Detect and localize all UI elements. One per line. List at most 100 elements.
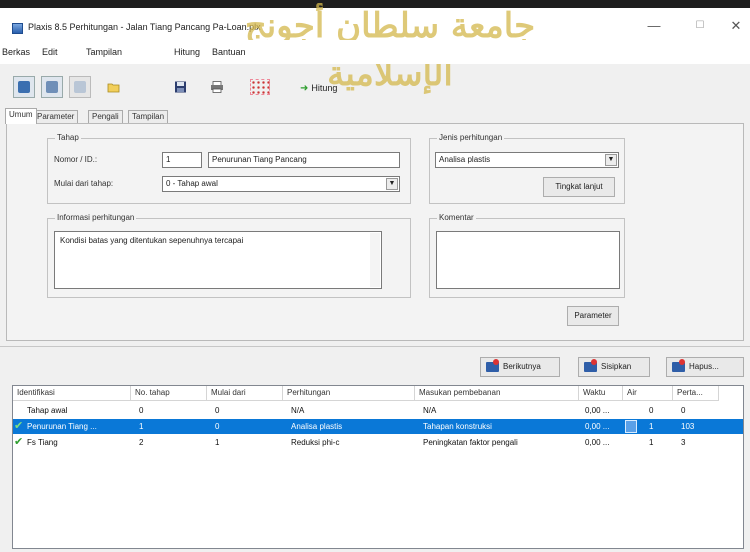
cell-pertama: 103 xyxy=(681,422,695,431)
splitter[interactable] xyxy=(0,346,750,347)
cell-air: 0 xyxy=(649,406,654,415)
cell-air: 1 xyxy=(649,438,654,447)
cell-perhitungan: Analisa plastis xyxy=(291,422,343,431)
column-header-waktu[interactable]: Waktu xyxy=(579,386,623,401)
nomor-label: Nomor / ID.: xyxy=(54,155,98,164)
jenis-perhitungan-group: Jenis perhitungan Analisa plastis ▼ Ting… xyxy=(429,133,625,204)
column-header-identifikasi[interactable]: Identifikasi xyxy=(13,386,131,401)
save-icon[interactable] xyxy=(174,81,188,93)
calculation-info-value: Kondisi batas yang ditentukan sepenuhnya… xyxy=(60,236,244,245)
table-row[interactable]: Tahap awal 0 0 N/A N/A 0,00 ... 0 0 xyxy=(13,403,743,418)
calculation-type-select[interactable]: Analisa plastis ▼ xyxy=(435,152,619,168)
input-program-icon[interactable] xyxy=(13,76,35,98)
delete-phase-icon xyxy=(672,359,685,372)
window-title: Plaxis 8.5 Perhitungan - Jalan Tiang Pan… xyxy=(28,22,261,32)
tab-umum[interactable]: Umum xyxy=(5,108,37,124)
calculation-info-text: Kondisi batas yang ditentukan sepenuhnya… xyxy=(54,231,382,289)
checkmark-icon: ✔ xyxy=(14,436,24,448)
checkmark-icon: ✔ xyxy=(14,420,24,432)
column-header-mulai-dari[interactable]: Mulai dari xyxy=(207,386,283,401)
play-arrow-icon: ➜ xyxy=(300,83,309,94)
table-row[interactable]: ✔ Fs Tiang 2 1 Reduksi phi-c Peningkatan… xyxy=(13,435,743,450)
tab-pengali[interactable]: Pengali xyxy=(88,110,123,124)
cell-air: 1 xyxy=(649,422,654,431)
calculations-program-icon[interactable] xyxy=(41,76,63,98)
delete-phase-button[interactable]: Hapus... xyxy=(666,357,744,377)
close-button[interactable]: ✕ xyxy=(726,18,746,34)
cell-mulai-dari: 1 xyxy=(215,438,220,447)
cell-mulai-dari: 0 xyxy=(215,422,220,431)
table-row-selected[interactable]: ✔ Penurunan Tiang ... 1 0 Analisa plasti… xyxy=(13,419,743,434)
output-program-icon[interactable] xyxy=(69,76,91,98)
start-phase-select[interactable]: 0 - Tahap awal ▼ xyxy=(162,176,400,192)
start-phase-value: 0 - Tahap awal xyxy=(166,179,218,188)
menu-edit[interactable]: Edit xyxy=(42,47,58,57)
phase-number-field[interactable]: 1 xyxy=(162,152,202,168)
insert-phase-label: Sisipkan xyxy=(601,362,632,371)
calculate-label: Hitung xyxy=(311,83,338,93)
cell-pertama: 0 xyxy=(681,406,686,415)
chevron-down-icon[interactable]: ▼ xyxy=(605,154,617,166)
next-phase-label: Berikutnya xyxy=(503,362,541,371)
insert-phase-button[interactable]: Sisipkan xyxy=(578,357,650,377)
plaxis-app-icon xyxy=(12,23,23,34)
cell-perhitungan: N/A xyxy=(291,406,305,415)
parameter-button[interactable]: Parameter xyxy=(567,306,619,326)
komentar-group: Komentar xyxy=(429,213,625,298)
next-phase-icon xyxy=(486,359,499,372)
insert-phase-icon xyxy=(584,359,597,372)
menu-tampilan[interactable]: Tampilan xyxy=(86,47,122,57)
next-phase-button[interactable]: Berikutnya xyxy=(480,357,560,377)
cell-masukan: N/A xyxy=(423,406,437,415)
menu-hitung[interactable]: Hitung xyxy=(174,47,200,57)
tahap-group: Tahap Nomor / ID.: 1 Penurunan Tiang Pan… xyxy=(47,133,411,204)
menu-bar: Berkas Edit Tampilan Hitung Bantuan xyxy=(0,40,750,64)
phases-table: Identifikasi No. tahap Mulai dari Perhit… xyxy=(12,385,744,549)
column-header-air[interactable]: Air xyxy=(623,386,673,401)
informasi-group: Informasi perhitungan Kondisi batas yang… xyxy=(47,213,411,298)
print-icon[interactable] xyxy=(210,81,224,93)
cell-no-tahap: 1 xyxy=(139,422,144,431)
informasi-group-title: Informasi perhitungan xyxy=(55,213,137,222)
column-header-pertama[interactable]: Perta... xyxy=(673,386,719,401)
cell-waktu: 0,00 ... xyxy=(585,406,610,415)
column-header-no-tahap[interactable]: No. tahap xyxy=(131,386,207,401)
cell-no-tahap: 0 xyxy=(139,406,144,415)
maximize-button[interactable]: ☐ xyxy=(690,18,710,34)
minimize-button[interactable]: — xyxy=(644,18,664,34)
open-folder-icon[interactable] xyxy=(107,81,121,93)
phase-id-field[interactable]: Penurunan Tiang Pancang xyxy=(208,152,400,168)
air-cell-highlight[interactable] xyxy=(625,420,637,433)
cell-masukan: Peningkatan faktor pengali xyxy=(423,438,518,447)
tab-tampilan[interactable]: Tampilan xyxy=(128,110,169,124)
cell-waktu: 0,00 ... xyxy=(585,422,610,431)
mulai-label: Mulai dari tahap: xyxy=(54,179,114,188)
select-points-icon[interactable] xyxy=(250,79,270,95)
tahap-group-title: Tahap xyxy=(55,133,81,142)
chevron-down-icon[interactable]: ▼ xyxy=(386,178,398,190)
calculate-button[interactable]: ➜ Hitung xyxy=(300,83,337,94)
cell-pertama: 3 xyxy=(681,438,686,447)
title-bar: Plaxis 8.5 Perhitungan - Jalan Tiang Pan… xyxy=(0,0,750,40)
toolbar: ➜ Hitung xyxy=(0,66,750,104)
column-header-perhitungan[interactable]: Perhitungan xyxy=(283,386,415,401)
menu-berkas[interactable]: Berkas xyxy=(2,47,30,57)
tab-parameter[interactable]: Parameter xyxy=(33,110,79,124)
cell-identifikasi: Penurunan Tiang ... xyxy=(27,422,97,431)
cell-masukan: Tahapan konstruksi xyxy=(423,422,492,431)
comment-textarea[interactable] xyxy=(436,231,620,289)
delete-phase-label: Hapus... xyxy=(689,362,719,371)
cell-mulai-dari: 0 xyxy=(215,406,220,415)
column-header-masukan-pembebanan[interactable]: Masukan pembebanan xyxy=(415,386,579,401)
advanced-button[interactable]: Tingkat lanjut xyxy=(543,177,615,197)
calculation-type-value: Analisa plastis xyxy=(439,155,491,164)
cell-identifikasi: Fs Tiang xyxy=(27,438,58,447)
umum-panel: Tahap Nomor / ID.: 1 Penurunan Tiang Pan… xyxy=(6,123,744,341)
jenis-group-title: Jenis perhitungan xyxy=(437,133,505,142)
cell-identifikasi: Tahap awal xyxy=(27,406,68,415)
info-scrollbar[interactable] xyxy=(370,233,380,287)
cell-no-tahap: 2 xyxy=(139,438,144,447)
menu-bantuan[interactable]: Bantuan xyxy=(212,47,246,57)
top-band xyxy=(0,0,750,8)
komentar-group-title: Komentar xyxy=(437,213,476,222)
